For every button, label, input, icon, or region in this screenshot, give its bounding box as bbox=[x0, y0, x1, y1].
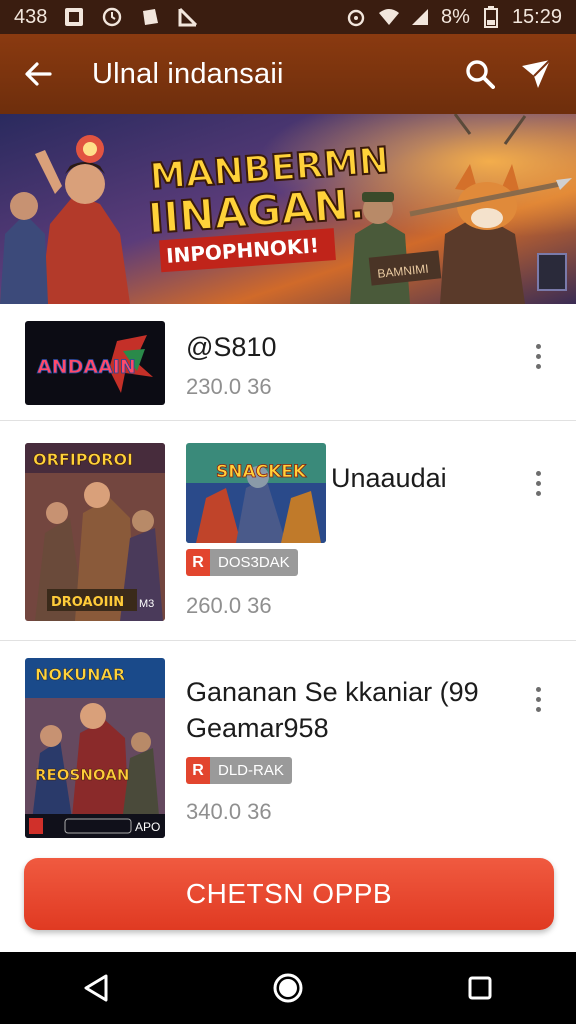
triangle-back-icon bbox=[84, 974, 108, 1002]
status-bar: 438 8% 15:29 bbox=[0, 0, 576, 34]
list-item[interactable]: ORFIPOROI DROAOIIN M3 SNACKEK Unaaudai R… bbox=[0, 421, 576, 639]
alarm-icon bbox=[345, 6, 367, 28]
battery-icon bbox=[480, 6, 502, 28]
app-notification-icon bbox=[139, 6, 161, 28]
square-recents-icon bbox=[468, 976, 492, 1000]
app-name: Gananan Se kkaniar (99 bbox=[186, 677, 479, 707]
app-toolbar: Ulnal indansaii bbox=[0, 34, 576, 114]
screenshot-title: SNACKEK bbox=[216, 462, 307, 482]
more-options-button[interactable] bbox=[524, 336, 552, 376]
send-icon bbox=[522, 59, 551, 88]
app-screenshot: SNACKEK bbox=[186, 443, 326, 543]
primary-action-button[interactable]: CHETSN OPPB bbox=[24, 858, 554, 930]
clock: 15:29 bbox=[511, 5, 562, 28]
app-meta: 230.0 36 bbox=[186, 374, 272, 399]
app-name: Unaaudai bbox=[331, 463, 447, 493]
promo-banner[interactable]: BAMNIMI MANBERMN IINAGAN. INPOPHNOKI! bbox=[0, 114, 576, 304]
tag-r-icon: R bbox=[186, 549, 210, 576]
battery-percent: 8% bbox=[441, 5, 470, 28]
list-item[interactable]: NOKUNAR REOSNOAN APO Gananan Se kkaniar … bbox=[0, 641, 576, 841]
nav-back-button[interactable] bbox=[66, 958, 126, 1018]
app-name-line-2: Geamar958 bbox=[186, 713, 329, 743]
more-options-button[interactable] bbox=[524, 463, 552, 503]
thumbnail-subtitle: DROAOIIN bbox=[51, 595, 124, 610]
thumbnail-badge: APO bbox=[135, 820, 160, 834]
signal-icon bbox=[409, 6, 431, 28]
nav-home-button[interactable] bbox=[258, 958, 318, 1018]
app-tag: R DOS3DAK bbox=[186, 549, 298, 576]
system-nav-bar bbox=[0, 952, 576, 1024]
app-name: @S810 bbox=[186, 332, 277, 362]
tag-label: DOS3DAK bbox=[210, 549, 298, 576]
tag-r-icon: R bbox=[186, 757, 210, 784]
status-time-left: 438 bbox=[14, 5, 48, 28]
app-meta: 260.0 36 bbox=[186, 593, 272, 618]
send-notification-icon bbox=[177, 6, 199, 28]
back-arrow-icon bbox=[25, 62, 52, 86]
tag-label: DLD-RAK bbox=[210, 757, 292, 784]
send-button[interactable] bbox=[508, 46, 564, 102]
page-title: Ulnal indansaii bbox=[92, 57, 284, 90]
app-thumbnail: ORFIPOROI DROAOIIN M3 bbox=[25, 443, 165, 621]
thumbnail-title: ANDAAIN bbox=[37, 356, 136, 378]
thumbnail-title: ORFIPOROI bbox=[33, 450, 133, 469]
more-options-button[interactable] bbox=[524, 679, 552, 719]
app-thumbnail: NOKUNAR REOSNOAN APO bbox=[25, 658, 165, 838]
list-item[interactable]: ANDAAIN @S810 230.0 36 bbox=[0, 304, 576, 420]
nav-recents-button[interactable] bbox=[450, 958, 510, 1018]
photo-notification-icon bbox=[63, 6, 85, 28]
bottom-action-area: CHETSN OPPB bbox=[0, 840, 576, 952]
search-button[interactable] bbox=[452, 46, 508, 102]
search-icon bbox=[466, 60, 495, 89]
thumbnail-title: NOKUNAR bbox=[35, 665, 125, 684]
back-button[interactable] bbox=[10, 46, 66, 102]
thumbnail-subtitle: REOSNOAN bbox=[35, 766, 129, 784]
app-meta: 340.0 36 bbox=[186, 799, 272, 824]
home-circle-icon bbox=[273, 973, 303, 1003]
alarm-notification-icon bbox=[101, 6, 123, 28]
app-thumbnail: ANDAAIN bbox=[25, 321, 165, 405]
wifi-icon bbox=[377, 6, 400, 28]
app-tag: R DLD-RAK bbox=[186, 757, 292, 784]
thumbnail-badge: M3 bbox=[139, 598, 154, 610]
